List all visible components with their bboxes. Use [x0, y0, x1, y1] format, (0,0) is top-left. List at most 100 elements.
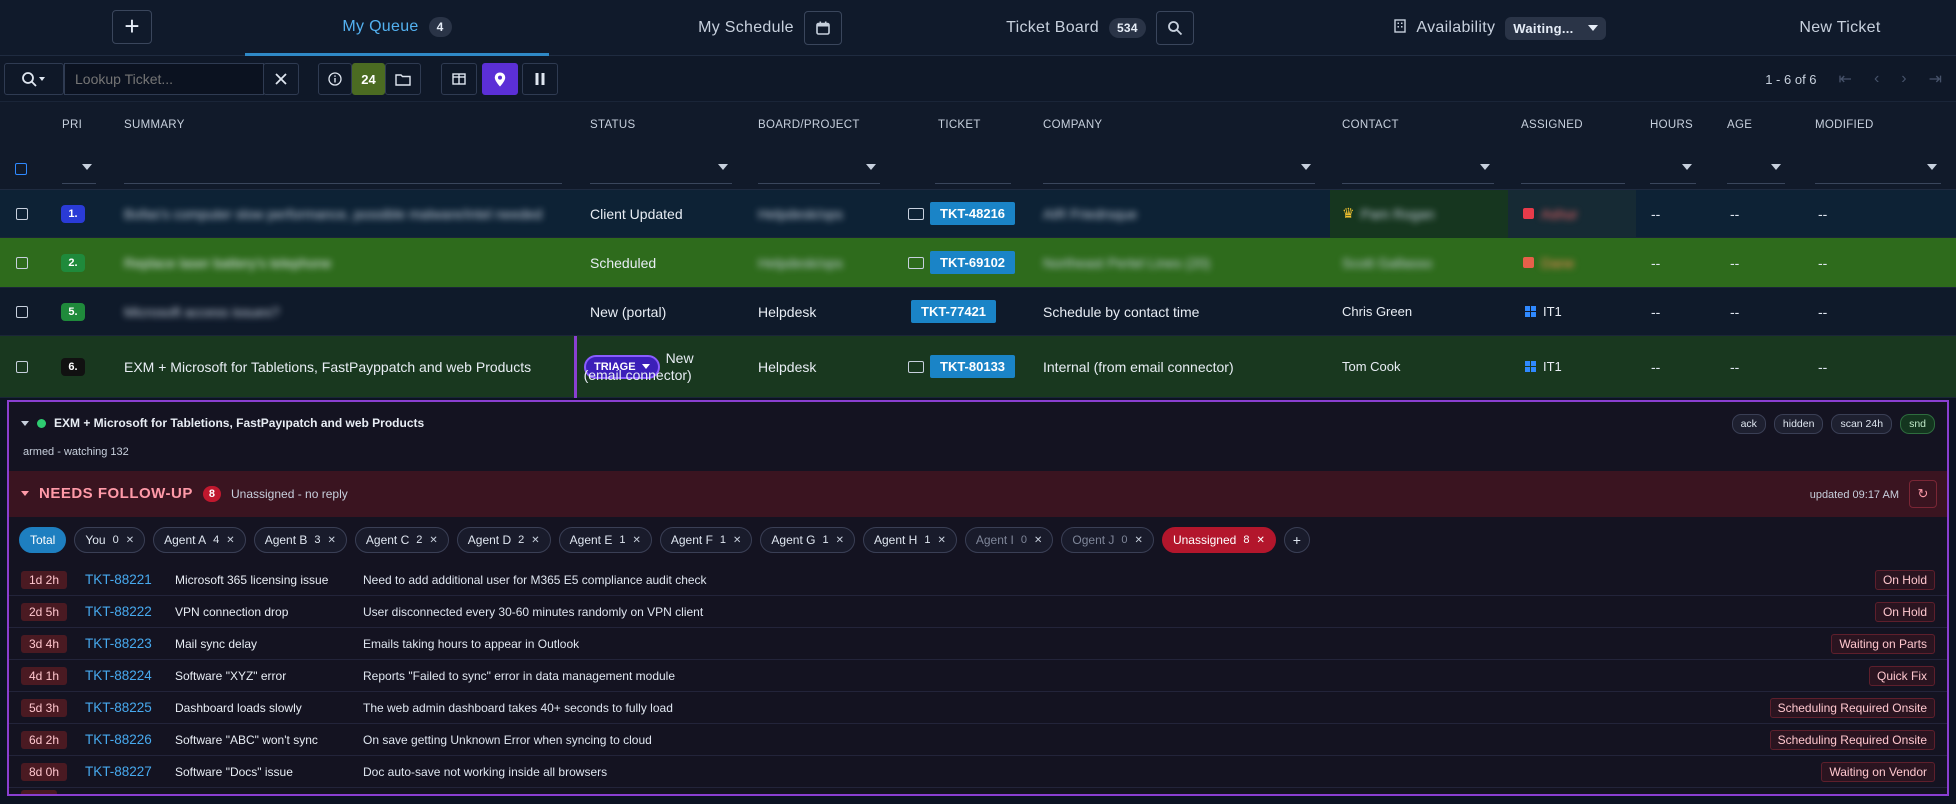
ticket-link[interactable]: TKT-80133 [930, 355, 1016, 378]
company-filter[interactable] [1043, 154, 1315, 184]
col-board[interactable]: BOARD/PROJECT [758, 119, 860, 131]
list-item[interactable]: 6d 2h TKT-88226 Software "ABC" won't syn… [9, 724, 1947, 756]
scan-chip[interactable]: scan 24h [1831, 414, 1893, 434]
agent-chip-b[interactable]: Agent B 3 ✕ [253, 527, 347, 553]
hidden-chip[interactable]: hidden [1773, 414, 1824, 434]
select-all-checkbox[interactable] [15, 163, 27, 175]
refresh-button[interactable]: ↻ [1909, 480, 1937, 508]
ticket-link[interactable]: TKT-88227 [85, 764, 152, 779]
row-checkbox[interactable] [16, 360, 28, 373]
lookup-ticket-input[interactable] [64, 63, 264, 95]
list-item[interactable]: 5d 3h TKT-88225 Dashboard loads slowly T… [9, 692, 1947, 724]
prev-page-icon[interactable]: ‹ [1874, 70, 1879, 88]
tab-my-schedule[interactable]: My Schedule [620, 0, 920, 56]
modified-filter[interactable] [1815, 154, 1941, 184]
close-icon[interactable]: ✕ [429, 535, 437, 546]
age-filter[interactable] [1727, 154, 1785, 184]
col-age[interactable]: AGE [1727, 119, 1752, 131]
search-icon[interactable] [1155, 11, 1194, 45]
ack-chip[interactable]: ack [1731, 414, 1766, 434]
pri-filter[interactable] [62, 154, 96, 184]
close-icon[interactable]: ✕ [836, 535, 844, 546]
col-summary[interactable]: SUMMARY [124, 119, 185, 131]
table-row[interactable]: 1. Bofas's computer slow performance, po… [0, 190, 1956, 238]
ticket-link[interactable]: TKT-88225 [85, 700, 152, 715]
tab-new-ticket[interactable]: New Ticket [1760, 0, 1920, 56]
tab-availability[interactable]: Availability Waiting... [1380, 0, 1620, 56]
assigned-filter[interactable] [1521, 154, 1625, 184]
col-pri[interactable]: PRI [62, 119, 82, 131]
snd-chip[interactable]: snd [1900, 414, 1935, 434]
tab-ticket-board[interactable]: Ticket Board 534 [980, 0, 1220, 56]
ticket-link[interactable]: TKT-88222 [85, 604, 152, 619]
col-contact[interactable]: CONTACT [1342, 119, 1399, 131]
col-assigned[interactable]: ASSIGNED [1521, 119, 1583, 131]
board-filter[interactable] [758, 154, 880, 184]
row-summary[interactable]: Bofas's computer slow performance, possi… [124, 190, 542, 237]
tab-my-queue[interactable]: My Queue 4 [245, 0, 549, 56]
agent-chip-c[interactable]: Agent C 2 ✕ [354, 527, 449, 553]
followup-header[interactable]: NEEDS FOLLOW-UP 8 Unassigned - no reply [21, 485, 348, 502]
info-button[interactable] [318, 63, 352, 95]
row-summary[interactable]: Microsoft access issues? [124, 288, 280, 335]
list-item[interactable]: 4d 1h TKT-88224 Software "XYZ" error Rep… [9, 660, 1947, 692]
col-modified[interactable]: MODIFIED [1815, 119, 1874, 131]
add-button[interactable]: + [112, 10, 152, 44]
clear-search-button[interactable] [263, 63, 299, 95]
hours-filter[interactable] [1650, 154, 1696, 184]
filter-count-badge[interactable]: 24 [352, 63, 385, 95]
agent-chip-you[interactable]: You 0 ✕ [74, 527, 146, 553]
close-icon[interactable]: ✕ [1135, 535, 1143, 546]
row-summary[interactable]: EXM + Microsoft for Tabletions, FastPayp… [124, 336, 531, 397]
row-checkbox[interactable] [16, 305, 28, 318]
list-item[interactable]: 2d 5h TKT-88222 VPN connection drop User… [9, 596, 1947, 628]
close-icon[interactable]: ✕ [1034, 535, 1042, 546]
list-item[interactable]: 1d 2h TKT-88221 Microsoft 365 licensing … [9, 564, 1947, 596]
pause-button[interactable] [522, 63, 558, 95]
close-icon[interactable]: ✕ [937, 535, 945, 546]
table-row[interactable]: 2. Replace laser battery's telephone Sch… [0, 238, 1956, 288]
status-filter[interactable] [590, 154, 732, 184]
agent-chip-total[interactable]: Total [19, 527, 67, 553]
agent-chip-e[interactable]: Agent E 1 ✕ [558, 527, 652, 553]
open-folder-button[interactable] [385, 63, 421, 95]
close-icon[interactable]: ✕ [328, 535, 336, 546]
row-checkbox[interactable] [16, 207, 28, 220]
ticket-link[interactable]: TKT-88223 [85, 636, 152, 651]
agent-chip-a[interactable]: Agent A 4 ✕ [153, 527, 246, 553]
chevron-down-icon[interactable] [21, 420, 29, 426]
col-ticket[interactable]: TICKET [938, 119, 981, 131]
ticket-link[interactable]: TKT-77421 [911, 300, 997, 323]
agent-chip-d[interactable]: Agent D 2 ✕ [456, 527, 551, 553]
columns-button[interactable] [441, 63, 477, 95]
panel-header[interactable]: EXM + Microsoft for Tabletions, FastPayı… [21, 416, 424, 430]
summary-filter[interactable] [124, 154, 562, 184]
close-icon[interactable]: ✕ [226, 535, 234, 546]
close-icon[interactable]: ✕ [126, 535, 134, 546]
agent-chip-h[interactable]: Agent H 1 ✕ [862, 527, 957, 553]
row-checkbox[interactable] [16, 256, 28, 269]
agent-chip-g[interactable]: Agent G 1 ✕ [760, 527, 855, 553]
ticket-link[interactable]: TKT-88226 [85, 732, 152, 747]
ticket-link[interactable]: TKT-69102 [930, 251, 1016, 274]
list-item[interactable]: 3d 4h TKT-88223 Mail sync delay Emails t… [9, 628, 1947, 660]
next-page-icon[interactable]: › [1901, 70, 1906, 88]
agent-chip-i[interactable]: Agent I 0 ✕ [964, 527, 1054, 553]
ticket-filter[interactable] [935, 154, 1011, 184]
col-company[interactable]: COMPANY [1043, 119, 1102, 131]
row-summary[interactable]: Replace laser battery's telephone [124, 238, 331, 287]
agent-chip-j[interactable]: Ogent J 0 ✕ [1061, 527, 1154, 553]
chevron-down-icon[interactable] [21, 491, 29, 496]
pin-button[interactable] [482, 63, 518, 95]
calendar-icon[interactable] [803, 11, 842, 45]
table-row[interactable]: 6. EXM + Microsoft for Tabletions, FastP… [0, 336, 1956, 398]
table-row[interactable]: 5. Microsoft access issues? New (portal)… [0, 288, 1956, 336]
ticket-link[interactable]: TKT-48216 [930, 202, 1016, 225]
close-icon[interactable]: ✕ [632, 535, 640, 546]
ticket-link[interactable]: TKT-88224 [85, 668, 152, 683]
ticket-link[interactable]: TKT-88221 [85, 572, 152, 587]
agent-chip-unassigned[interactable]: Unassigned 8 ✕ [1161, 527, 1276, 553]
first-page-icon[interactable]: ⇤ [1839, 69, 1852, 89]
last-page-icon[interactable]: ⇥ [1929, 69, 1942, 89]
col-status[interactable]: STATUS [590, 119, 635, 131]
